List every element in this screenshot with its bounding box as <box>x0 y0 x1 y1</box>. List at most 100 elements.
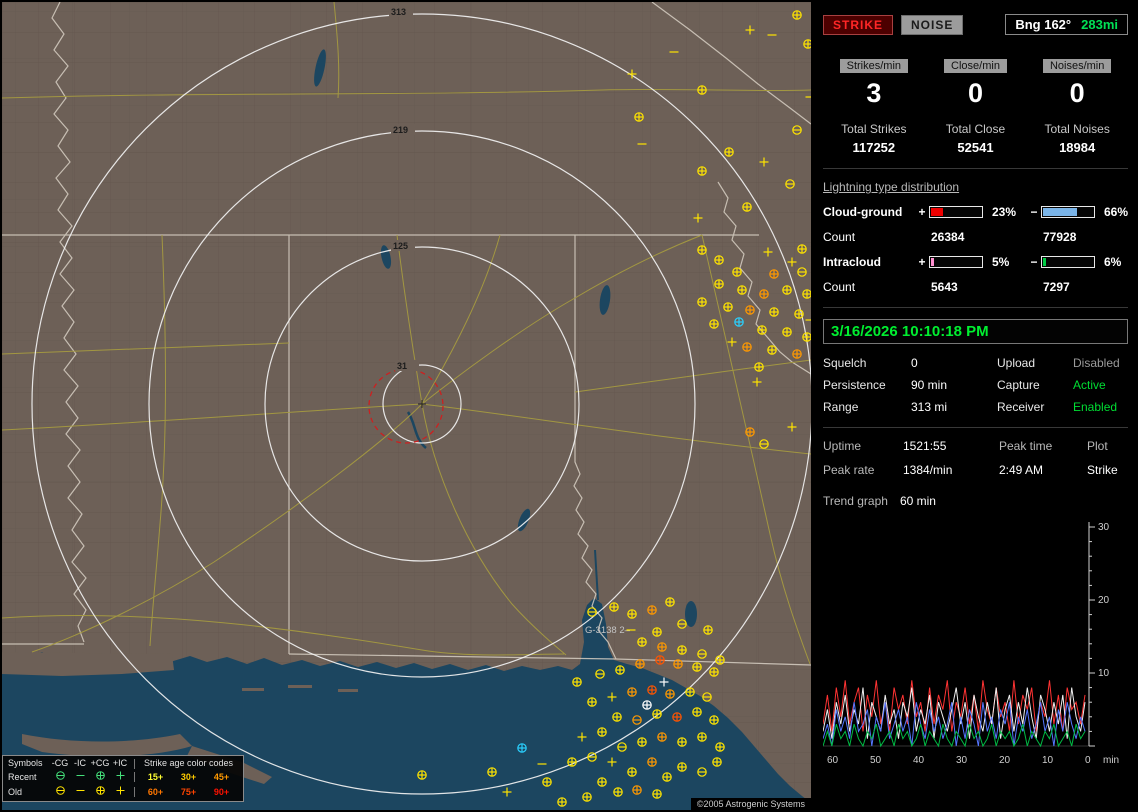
legend-symbol-icon <box>76 775 84 776</box>
plus-sign: + <box>918 255 926 269</box>
distribution-grid: Cloud-ground + 23% − 66% Count 26384 779… <box>823 205 1128 294</box>
strike-symbol <box>802 289 811 299</box>
uptime-value: 1521:55 <box>903 439 947 453</box>
strike-symbol <box>697 297 707 307</box>
distribution-title: Lightning type distribution <box>823 180 960 194</box>
strike-symbol <box>517 743 527 753</box>
strikes-per-min-value: 3 <box>866 78 882 108</box>
persistence-value: 90 min <box>911 378 948 392</box>
legend-col-header: -CG <box>51 758 69 768</box>
trend-window-value: 60 min <box>899 494 936 508</box>
ring-distance-label: 31 <box>397 361 407 371</box>
strike-symbol <box>582 792 592 802</box>
legend-grid: Symbols -CG -IC +CG +IC Strike age color code… <box>8 758 238 799</box>
bearing-range: 283mi <box>1081 17 1118 32</box>
bearing-box: Bng 162° 283mi <box>1005 14 1128 35</box>
strike-symbol <box>792 10 802 20</box>
trend-x-label: 0 <box>1085 755 1091 766</box>
nexstorm-window: 31 125 219 313 G-3138 2– Symbols -CG -IC +CG +I… <box>0 0 1138 812</box>
intracloud-label: Intracloud <box>823 255 882 269</box>
trend-x-label: 10 <box>1042 755 1054 766</box>
strike-symbol <box>797 244 807 254</box>
receiver-status: Enabled <box>1073 400 1118 414</box>
stats-grid: Uptime 1521:55 Peak time Plot Peak rate … <box>823 439 1128 477</box>
strike-symbol <box>642 700 652 710</box>
persistence-label: Persistence <box>823 378 886 392</box>
strike-symbol <box>652 709 662 719</box>
strike-symbol <box>672 712 682 722</box>
uptime-label: Uptime <box>823 439 862 453</box>
count-label: Count <box>823 230 856 244</box>
strike-symbol <box>637 637 647 647</box>
strike-symbol <box>613 787 623 797</box>
trend-x-label: 40 <box>913 755 925 766</box>
strike-symbol <box>655 655 665 665</box>
divider <box>823 427 1128 428</box>
strike-symbol <box>802 332 811 342</box>
strike-symbol <box>782 327 792 337</box>
capture-label: Capture <box>997 378 1040 392</box>
noises-per-min-button[interactable]: Noises/min <box>1042 59 1112 73</box>
strike-symbol <box>709 667 719 677</box>
age-code: 60+ <box>147 786 164 797</box>
trend-graph: 30 20 10 60 50 40 30 20 10 0 min <box>823 522 1119 766</box>
strike-symbol <box>697 245 707 255</box>
peak-time-value: 2:49 AM <box>999 463 1044 477</box>
trend-y-label: 20 <box>1098 595 1110 606</box>
strike-symbol <box>542 777 552 787</box>
strike-symbol <box>692 662 702 672</box>
legend-symbol-icon <box>55 771 65 780</box>
legend-symbol-icon <box>95 771 105 780</box>
strike-button[interactable]: STRIKE <box>823 14 894 35</box>
strike-symbol <box>732 267 742 277</box>
age-code: 45+ <box>213 771 230 782</box>
strikes-per-min-button[interactable]: Strikes/min <box>839 59 909 73</box>
strike-symbol <box>652 627 662 637</box>
squelch-value: 0 <box>911 356 918 370</box>
strike-symbol <box>567 757 577 767</box>
strike-symbol <box>677 645 687 655</box>
strike-symbol <box>734 317 744 327</box>
strike-symbol <box>709 319 719 329</box>
legend-divider <box>134 758 135 769</box>
strike-symbol <box>709 715 719 725</box>
top-button-row: STRIKE NOISE Bng 162° 283mi <box>823 14 1128 35</box>
cg-plus-bar <box>929 206 983 218</box>
close-per-min-button[interactable]: Close/min <box>944 59 1007 73</box>
strike-symbol <box>792 349 802 359</box>
barrier-island <box>288 685 312 688</box>
noise-button[interactable]: NOISE <box>901 14 964 35</box>
strike-symbol <box>723 302 733 312</box>
trend-x-label: 30 <box>956 755 968 766</box>
barrier-island <box>242 688 264 691</box>
noises-per-min-value: 0 <box>1069 78 1085 108</box>
trend-graph-label: Trend graph <box>823 494 888 508</box>
strike-symbol <box>609 602 619 612</box>
divider <box>823 307 1128 308</box>
strike-symbol <box>714 255 724 265</box>
strike-symbol <box>627 767 637 777</box>
strike-symbol <box>627 687 637 697</box>
minus-sign: − <box>1030 205 1038 219</box>
plot-label: Plot <box>1087 439 1108 453</box>
legend-symbol-icon <box>76 790 84 791</box>
cg-minus-bar <box>1041 206 1095 218</box>
strike-symbol <box>757 325 767 335</box>
strike-symbol <box>677 737 687 747</box>
strike-symbol <box>794 309 804 319</box>
ic-plus-pct: 5% <box>992 255 1010 269</box>
legend-divider <box>134 787 135 797</box>
strike-symbol <box>703 625 713 635</box>
minus-sign: − <box>1030 255 1038 269</box>
legend-symbols-header: Symbols <box>8 758 43 768</box>
strike-symbol <box>417 770 427 780</box>
strike-symbol <box>759 289 769 299</box>
map-panel[interactable]: 31 125 219 313 G-3138 2– Symbols -CG -IC +CG +I… <box>2 2 811 810</box>
strike-symbol <box>657 732 667 742</box>
station-label: G-3138 2– <box>585 625 631 636</box>
receiver-label: Receiver <box>997 400 1045 414</box>
strike-symbol <box>745 305 755 315</box>
strike-symbol <box>647 605 657 615</box>
strike-symbol <box>632 785 642 795</box>
upload-label: Upload <box>997 356 1036 370</box>
